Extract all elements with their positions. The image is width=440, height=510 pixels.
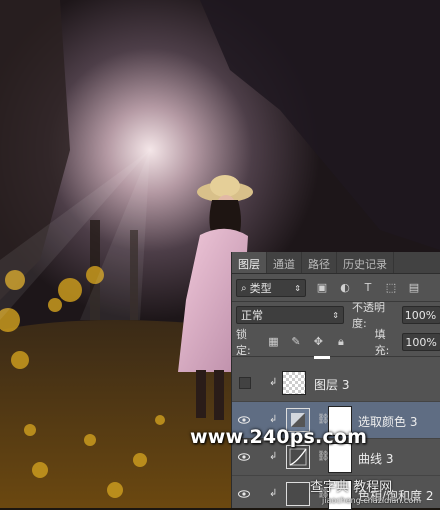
shape-filter-icon[interactable]: ⬚ — [384, 281, 398, 295]
opacity-field[interactable]: 100% — [401, 306, 440, 324]
clipping-arrow-icon: ↲ — [269, 488, 278, 499]
curves-adjustment-icon — [286, 445, 310, 469]
lock-transparent-icon[interactable]: ▦ — [267, 335, 280, 349]
tab-history[interactable]: 历史记录 — [337, 252, 394, 273]
watermark-chazidian: 查字典 教程网 — [310, 480, 393, 495]
panel-tabs: 图层 通道 路径 历史记录 — [232, 252, 440, 274]
tab-layers[interactable]: 图层 — [232, 252, 267, 273]
lock-paint-icon[interactable]: ✎ — [289, 335, 302, 349]
filter-dropdown[interactable]: ⌕ 类型 ⇕ — [236, 279, 306, 297]
layer-above-stub — [314, 356, 330, 359]
watermark-240ps: www.240ps.com — [190, 426, 368, 448]
layers-panel: 图层 通道 路径 历史记录 ⌕ 类型 ⇕ ▣ ◐ T ⬚ ▤ 正常 ⇕ 不透明度… — [231, 252, 440, 510]
type-filter-icon[interactable]: T — [361, 281, 375, 295]
visibility-toggle-off[interactable] — [239, 377, 251, 389]
clipping-arrow-icon: ↲ — [269, 451, 278, 462]
lock-label: 锁定: — [236, 328, 251, 357]
hue-saturation-adjustment-icon — [286, 482, 310, 506]
updown-arrow-icon: ⇕ — [294, 283, 301, 293]
layer-row-layer3[interactable]: ↲ 图层 3 — [232, 365, 440, 402]
fill-label: 填充: — [374, 328, 390, 357]
clipping-arrow-icon: ↲ — [269, 414, 278, 425]
opacity-value: 100% — [404, 308, 437, 322]
blend-mode-dropdown[interactable]: 正常 ⇕ — [236, 306, 344, 324]
blend-row: 正常 ⇕ 不透明度: 100% — [232, 301, 440, 330]
eye-icon[interactable] — [238, 451, 250, 463]
tab-paths[interactable]: 路径 — [302, 252, 337, 273]
smart-object-filter-icon[interactable]: ▤ — [407, 281, 421, 295]
divider — [232, 301, 440, 302]
blend-mode-value: 正常 — [241, 309, 263, 322]
layer-name: 曲线 3 — [358, 452, 394, 466]
fill-value: 100% — [405, 335, 437, 349]
divider — [232, 356, 440, 357]
clipping-arrow-icon: ↲ — [269, 377, 278, 388]
eye-icon[interactable] — [238, 488, 250, 500]
search-icon: ⌕ — [241, 282, 247, 294]
filter-label: 类型 — [249, 282, 272, 295]
layer-thumbnail — [282, 371, 306, 395]
tab-channels[interactable]: 通道 — [267, 252, 302, 273]
lock-row: 锁定: ▦ ✎ ✥ 🔒︎ 填充: 100% — [232, 328, 440, 357]
lock-all-icon[interactable]: 🔒︎ — [334, 335, 347, 349]
updown-arrow-icon: ⇕ — [332, 310, 339, 320]
layer-name: 图层 3 — [314, 378, 350, 392]
eye-icon[interactable] — [238, 414, 250, 426]
watermark-chazidian-url: jiaocheng.chazidian.com — [322, 496, 422, 505]
fill-field[interactable]: 100% — [402, 333, 440, 351]
pixel-filter-icon[interactable]: ▣ — [315, 281, 329, 295]
adjustment-filter-icon[interactable]: ◐ — [338, 281, 352, 295]
lock-position-icon[interactable]: ✥ — [312, 335, 325, 349]
filter-row: ⌕ 类型 ⇕ ▣ ◐ T ⬚ ▤ — [232, 277, 440, 299]
